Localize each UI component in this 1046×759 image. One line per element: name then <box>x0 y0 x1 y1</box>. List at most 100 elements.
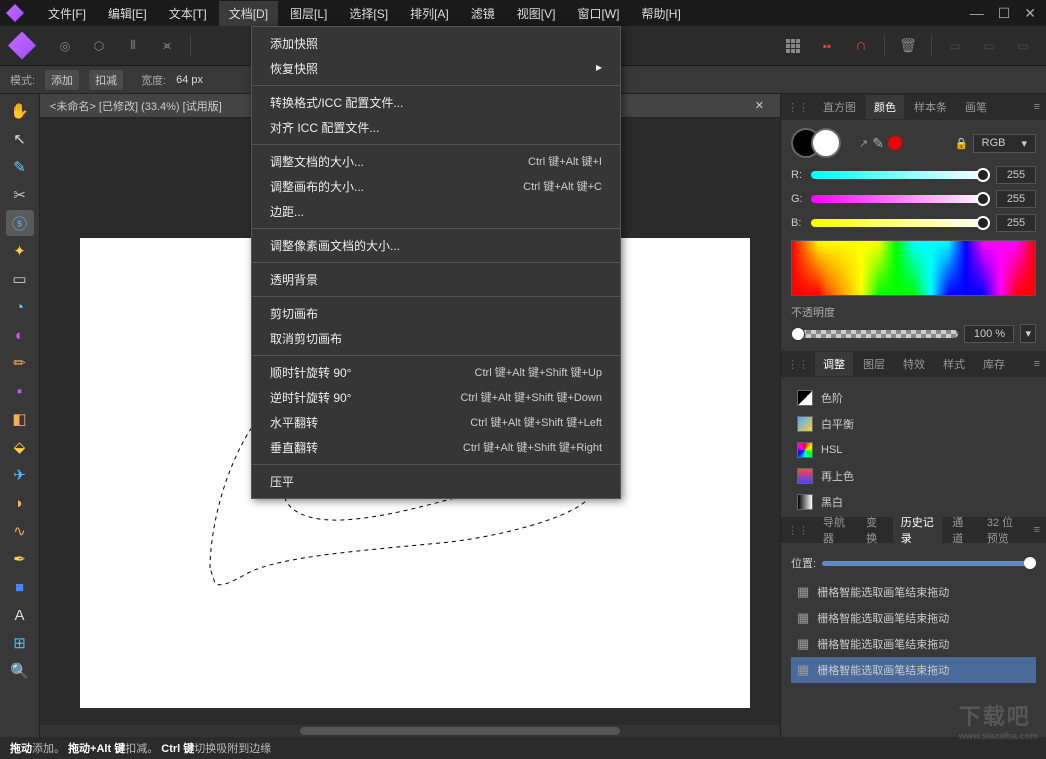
opacity-dropdown-icon[interactable]: ▾ <box>1020 324 1036 343</box>
opacity-slider[interactable] <box>791 330 958 338</box>
menu-窗口[W][interactable]: 窗口[W] <box>567 1 629 26</box>
target-icon[interactable]: ◎ <box>50 32 80 60</box>
cube-icon[interactable]: ⬡ <box>84 32 114 60</box>
dodge-tool[interactable]: ◗ <box>6 490 34 516</box>
gradient-tool[interactable]: ◐ <box>6 322 34 348</box>
arrange-icon[interactable]: ▭ <box>974 32 1004 60</box>
menu-编辑[E][interactable]: 编辑[E] <box>98 1 157 26</box>
maximize-button[interactable]: ☐ <box>998 5 1011 22</box>
erase-tool[interactable]: ◧ <box>6 406 34 432</box>
smudge-tool[interactable]: ∿ <box>6 518 34 544</box>
menu-排列[A][interactable]: 排列[A] <box>400 1 459 26</box>
history-item[interactable]: ▦栅格智能选取画笔结束拖动 <box>791 579 1036 605</box>
g-value[interactable]: 255 <box>996 190 1036 208</box>
color-spectrum[interactable] <box>791 240 1036 296</box>
tab-图层[interactable]: 图层 <box>855 352 893 376</box>
selection-brush-tool[interactable]: ⓢ <box>6 210 34 236</box>
color-mode-select[interactable]: RGB <box>973 134 1036 153</box>
g-slider[interactable] <box>811 195 990 203</box>
persona-icon[interactable] <box>8 32 36 60</box>
tab-库存[interactable]: 库存 <box>975 352 1013 376</box>
tab-样式[interactable]: 样式 <box>935 352 973 376</box>
mode-add-button[interactable]: 添加 <box>45 70 79 90</box>
menu-item[interactable]: 顺时针旋转 90°Ctrl 键+Alt 键+Shift 键+Up <box>252 360 620 385</box>
menu-文件[F][interactable]: 文件[F] <box>38 1 96 26</box>
menu-item[interactable]: 调整文档的大小...Ctrl 键+Alt 键+I <box>252 149 620 174</box>
share-icon[interactable]: ⪤ <box>152 32 182 60</box>
tab-特效[interactable]: 特效 <box>895 352 933 376</box>
menu-item[interactable]: 恢复快照▸ <box>252 56 620 81</box>
lock-icon[interactable]: 🔒 <box>955 137 969 150</box>
menu-item[interactable]: 调整画布的大小...Ctrl 键+Alt 键+C <box>252 174 620 199</box>
menu-选择[S][interactable]: 选择[S] <box>339 1 398 26</box>
move-tool[interactable]: ↖ <box>6 126 34 152</box>
horizontal-scrollbar[interactable] <box>40 725 780 737</box>
menu-item[interactable]: 压平 <box>252 469 620 494</box>
crop-tool[interactable]: ✂ <box>6 182 34 208</box>
menu-item[interactable]: 透明背景 <box>252 267 620 292</box>
mesh-tool[interactable]: ⊞ <box>6 630 34 656</box>
tab-close-button[interactable]: ✕ <box>749 99 770 112</box>
pixel-tool[interactable]: ▪ <box>6 378 34 404</box>
history-item[interactable]: ▦栅格智能选取画笔结束拖动 <box>791 605 1036 631</box>
hand-tool[interactable]: ✋ <box>6 98 34 124</box>
marquee-tool[interactable]: ▭ <box>6 266 34 292</box>
arrange2-icon[interactable]: ▭ <box>1008 32 1038 60</box>
shape-tool[interactable]: ■ <box>6 574 34 600</box>
menu-item[interactable]: 添加快照 <box>252 31 620 56</box>
menu-item[interactable]: 边距... <box>252 199 620 224</box>
panel-menu-icon[interactable]: ≡ <box>1034 524 1040 536</box>
align-icon[interactable]: ▭ <box>940 32 970 60</box>
adjustment-item[interactable]: HSL <box>791 437 1036 463</box>
menu-item[interactable]: 取消剪切画布 <box>252 326 620 351</box>
menu-帮助[H][interactable]: 帮助[H] <box>631 1 690 26</box>
swap-colors-icon[interactable]: ↗ <box>859 137 868 150</box>
menu-item[interactable]: 调整像素画文档的大小... <box>252 233 620 258</box>
minimize-button[interactable]: — <box>970 5 984 22</box>
menu-item[interactable]: 剪切画布 <box>252 301 620 326</box>
opacity-value[interactable]: 100 % <box>964 325 1014 343</box>
b-slider[interactable] <box>811 219 990 227</box>
r-value[interactable]: 255 <box>996 166 1036 184</box>
panel-menu-icon[interactable]: ≡ <box>1034 358 1040 370</box>
history-position-slider[interactable] <box>822 561 1036 566</box>
eyedropper-icon[interactable]: ✎ <box>872 135 884 152</box>
tab-调整[interactable]: 调整 <box>815 352 853 376</box>
text-tool[interactable]: A <box>6 602 34 628</box>
menu-文档[D][interactable]: 文档[D] <box>219 1 278 26</box>
menu-item[interactable]: 垂直翻转Ctrl 键+Alt 键+Shift 键+Right <box>252 435 620 460</box>
zoom-tool[interactable]: 🔍 <box>6 658 34 684</box>
menu-item[interactable]: 转换格式/ICC 配置文件... <box>252 90 620 115</box>
pen-tool[interactable]: ✒ <box>6 546 34 572</box>
menu-item[interactable]: 水平翻转Ctrl 键+Alt 键+Shift 键+Left <box>252 410 620 435</box>
menu-滤镜[interactable]: 滤镜 <box>461 1 505 26</box>
close-button[interactable]: ✕ <box>1024 5 1036 22</box>
history-item[interactable]: ▦栅格智能选取画笔结束拖动 <box>791 657 1036 683</box>
grid-icon[interactable] <box>778 32 808 60</box>
tab-颜色[interactable]: 颜色 <box>866 95 904 119</box>
menu-item[interactable]: 逆时针旋转 90°Ctrl 键+Alt 键+Shift 键+Down <box>252 385 620 410</box>
magic-wand-tool[interactable]: ✦ <box>6 238 34 264</box>
inpaint-tool[interactable]: ✈ <box>6 462 34 488</box>
panel-menu-icon[interactable]: ≡ <box>1034 101 1040 113</box>
primary-color-swatch[interactable] <box>811 128 841 158</box>
snap-icon[interactable]: ▪▪ <box>812 32 842 60</box>
trash-icon[interactable]: 🗑 <box>893 32 923 60</box>
menu-视图[V][interactable]: 视图[V] <box>507 1 566 26</box>
mirror-icon[interactable]: ⦀ <box>118 32 148 60</box>
color-picker-tool[interactable]: ✎ <box>6 154 34 180</box>
mode-subtract-button[interactable]: 扣减 <box>89 70 123 90</box>
adjustment-item[interactable]: 色阶 <box>791 385 1036 411</box>
b-value[interactable]: 255 <box>996 214 1036 232</box>
history-item[interactable]: ▦栅格智能选取画笔结束拖动 <box>791 631 1036 657</box>
menu-文本[T][interactable]: 文本[T] <box>159 1 217 26</box>
adjustment-item[interactable]: 白平衡 <box>791 411 1036 437</box>
paint-brush-tool[interactable]: ✏ <box>6 350 34 376</box>
width-value[interactable]: 64 px <box>176 74 203 86</box>
menu-图层[L][interactable]: 图层[L] <box>280 1 337 26</box>
tab-直方图[interactable]: 直方图 <box>815 95 864 119</box>
menu-item[interactable]: 对齐 ICC 配置文件... <box>252 115 620 140</box>
flood-tool[interactable]: ◔ <box>6 294 34 320</box>
clone-tool[interactable]: ⬙ <box>6 434 34 460</box>
adjustment-item[interactable]: 再上色 <box>791 463 1036 489</box>
